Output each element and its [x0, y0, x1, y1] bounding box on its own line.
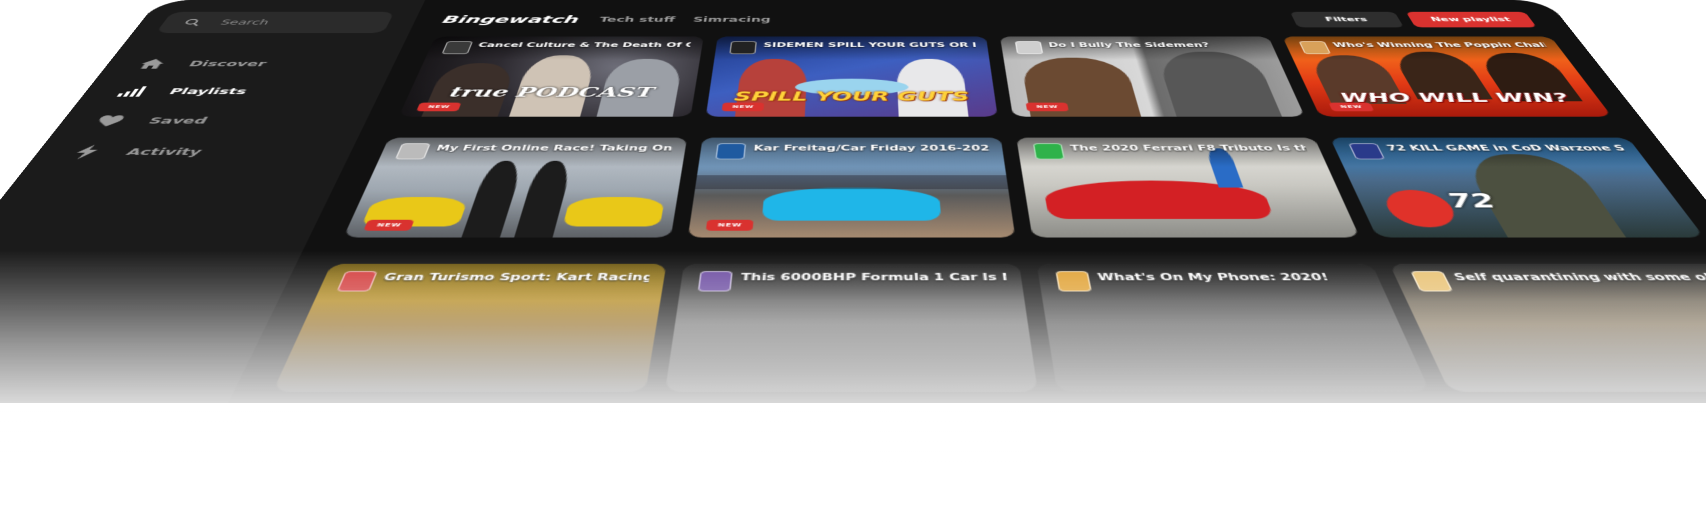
- channel-avatar: [729, 41, 757, 55]
- channel-avatar: [1055, 271, 1092, 292]
- video-title: Self quarantining with some old friends: [1452, 272, 1706, 284]
- tab-simracing[interactable]: Simracing: [692, 16, 770, 24]
- channel-avatar: [697, 271, 733, 292]
- video-grid: true PODCAST Cancel Culture & The Death …: [272, 36, 1706, 392]
- sidebar-item-label: Activity: [123, 146, 205, 158]
- new-badge: NEW: [721, 102, 765, 112]
- video-title: SIDEMEN SPILL YOUR GUTS OR FILL YOUR GUT…: [763, 42, 976, 49]
- video-card[interactable]: Kar Freitag/Car Friday 2016-2020 NEW: [687, 137, 1016, 238]
- video-title: Cancel Culture & The Death Of Caroline .…: [477, 42, 691, 49]
- video-card[interactable]: Gran Turismo Sport: Kart Racing Seems To…: [272, 263, 667, 392]
- header: Bingewatch Tech stuff Simracing Filters …: [438, 10, 1538, 30]
- main-content: Bingewatch Tech stuff Simracing Filters …: [267, 0, 1706, 403]
- video-title: My First Online Race! Taking On F1's Est…: [434, 144, 673, 153]
- channel-avatar: [1014, 41, 1044, 55]
- sidebar-nav: Discover Playlists Saved Activity: [59, 52, 274, 170]
- video-card[interactable]: WHO WILL WIN? Who's Winning The Poppin C…: [1282, 36, 1613, 117]
- video-title: Kar Freitag/Car Friday 2016-2020: [753, 144, 990, 153]
- video-title: Who's Winning The Poppin Challenge?: [1332, 42, 1549, 49]
- video-card[interactable]: What's On My Phone: 2020!: [1036, 263, 1431, 392]
- search-input[interactable]: [215, 17, 376, 27]
- video-card[interactable]: Self quarantining with some old friends: [1389, 263, 1706, 392]
- tab-tech-stuff[interactable]: Tech stuff: [598, 16, 675, 24]
- video-card[interactable]: The 2020 Ferrari F8 Tributo Is the Newes…: [1016, 137, 1360, 238]
- video-card[interactable]: Do I Bully The Sidemen? NEW: [1000, 36, 1305, 117]
- thumbnail-overlay-text: true PODCAST: [446, 84, 656, 101]
- channel-avatar: [441, 41, 474, 55]
- new-playlist-button[interactable]: New playlist: [1405, 11, 1537, 28]
- sidebar-item-playlists[interactable]: Playlists: [108, 79, 256, 105]
- video-title: What's On My Phone: 2020!: [1096, 272, 1331, 284]
- app-window: Discover Playlists Saved: [0, 0, 1706, 404]
- sidebar-item-label: Playlists: [166, 86, 250, 97]
- sidebar-item-saved[interactable]: Saved: [85, 107, 238, 134]
- home-icon: [134, 57, 170, 70]
- video-card[interactable]: My First Online Race! Taking On F1's Est…: [343, 137, 688, 238]
- sidebar-item-activity[interactable]: Activity: [61, 138, 220, 167]
- search-icon: [178, 17, 206, 27]
- video-title: Do I Bully The Sidemen?: [1047, 42, 1211, 49]
- stage: Discover Playlists Saved: [0, 0, 1706, 522]
- new-badge: NEW: [705, 219, 754, 231]
- sidebar-item-discover[interactable]: Discover: [130, 52, 274, 76]
- new-badge: NEW: [1328, 102, 1375, 112]
- search-box[interactable]: [155, 11, 395, 34]
- page-title: Bingewatch: [440, 13, 581, 26]
- new-badge: NEW: [416, 102, 462, 112]
- sidebar-item-label: Discover: [186, 59, 269, 69]
- video-title: The 2020 Ferrari F8 Tributo Is the Newes…: [1069, 144, 1309, 153]
- heart-icon: [90, 113, 129, 128]
- video-title: Gran Turismo Sport: Kart Racing Seems To…: [381, 272, 651, 284]
- bolt-icon: [66, 144, 107, 160]
- new-badge: NEW: [1025, 102, 1070, 112]
- channel-avatar: [1032, 143, 1065, 160]
- video-title: 72 KILL GAME in CoD Warzone SEASON 3 ...: [1385, 144, 1627, 153]
- video-card[interactable]: 72 72 KILL GAME in CoD Warzone SEASON 3 …: [1329, 137, 1705, 238]
- video-card[interactable]: SPILL YOUR GUTS SIDEMEN SPILL YOUR GUTS …: [705, 36, 998, 117]
- new-badge: NEW: [363, 219, 415, 231]
- video-card[interactable]: This 6000BHP Formula 1 Car Is Nearly ...: [664, 263, 1038, 392]
- filters-button[interactable]: Filters: [1289, 11, 1404, 28]
- bars-icon: [113, 84, 151, 98]
- channel-avatar: [715, 143, 747, 160]
- video-title: This 6000BHP Formula 1 Car Is Nearly ...: [740, 272, 1008, 284]
- video-card[interactable]: true PODCAST Cancel Culture & The Death …: [398, 36, 704, 117]
- sidebar-item-label: Saved: [145, 115, 210, 126]
